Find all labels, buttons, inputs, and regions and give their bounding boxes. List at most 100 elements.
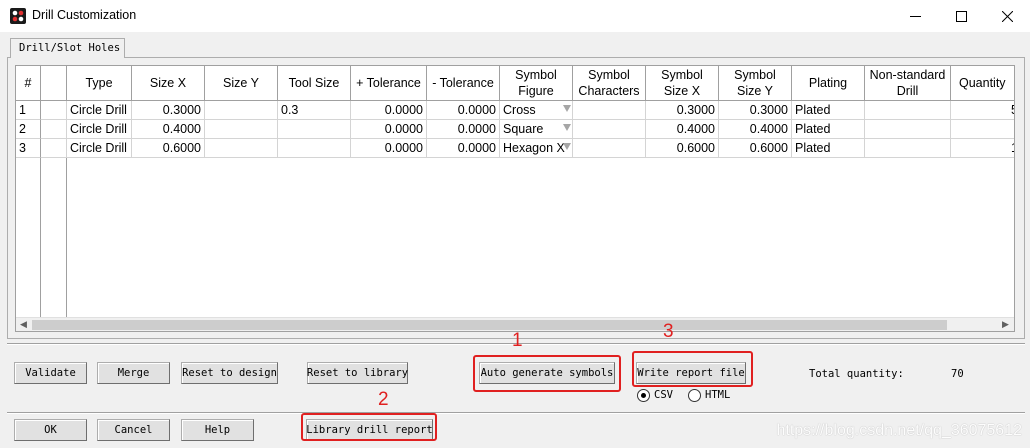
column-divider xyxy=(40,158,41,318)
header-tool-size[interactable]: Tool Size xyxy=(278,66,351,101)
header-quantity[interactable]: Quantity xyxy=(951,66,1014,101)
scroll-right-icon[interactable]: ▶ xyxy=(1002,319,1009,330)
dropdown-arrow-icon[interactable] xyxy=(563,105,571,112)
close-button[interactable] xyxy=(984,0,1030,32)
title-bar: Drill Customization xyxy=(0,0,1030,32)
horizontal-scrollbar[interactable]: ◀ ▶ xyxy=(16,317,1014,331)
cell-size-x[interactable]: 0.3000 xyxy=(132,101,205,120)
total-quantity-value: 70 xyxy=(951,368,964,380)
cell-minus-tolerance[interactable]: 0.0000 xyxy=(427,139,500,158)
csv-radio[interactable] xyxy=(637,389,650,402)
cell-plating[interactable]: Plated xyxy=(792,139,865,158)
maximize-icon xyxy=(955,10,967,22)
header-symbol-figure[interactable]: Symbol Figure xyxy=(500,66,573,101)
header-symbol-characters[interactable]: Symbol Characters xyxy=(573,66,646,101)
cell-size-x[interactable]: 0.4000 xyxy=(132,120,205,139)
column-divider xyxy=(66,158,67,318)
cell-symbol-size-x[interactable]: 0.4000 xyxy=(646,120,719,139)
cell-type[interactable]: Circle Drill xyxy=(67,139,132,158)
cell-quantity[interactable]: 1 xyxy=(951,139,1014,158)
cell-size-y[interactable] xyxy=(205,120,278,139)
reset-to-library-button[interactable]: Reset to library xyxy=(307,362,408,384)
dropdown-arrow-icon[interactable] xyxy=(563,143,571,150)
cell-type[interactable]: Circle Drill xyxy=(67,120,132,139)
help-button[interactable]: Help xyxy=(181,419,254,441)
cell-symbol-figure[interactable]: Hexagon X xyxy=(500,139,573,158)
header-plus-tolerance[interactable]: + Tolerance xyxy=(351,66,427,101)
header-plating[interactable]: Plating xyxy=(792,66,865,101)
dropdown-arrow-icon[interactable] xyxy=(563,124,571,131)
cell-plus-tolerance[interactable]: 0.0000 xyxy=(351,120,427,139)
header-minus-tolerance[interactable]: - Tolerance xyxy=(427,66,500,101)
symbol-figure-value: Cross xyxy=(503,103,536,117)
close-icon xyxy=(1001,10,1013,22)
table-cell[interactable] xyxy=(41,101,67,120)
row-number[interactable]: 3 xyxy=(16,139,41,158)
cell-quantity[interactable]: 5 xyxy=(951,101,1014,120)
table-cell[interactable] xyxy=(41,120,67,139)
header-size-y[interactable]: Size Y xyxy=(205,66,278,101)
header-symbol-size-y[interactable]: Symbol Size Y xyxy=(719,66,792,101)
cell-symbol-characters[interactable] xyxy=(573,120,646,139)
divider xyxy=(7,412,1025,414)
validate-button[interactable]: Validate xyxy=(14,362,87,384)
cell-minus-tolerance[interactable]: 0.0000 xyxy=(427,101,500,120)
window-title: Drill Customization xyxy=(32,8,137,22)
header-type[interactable]: Type xyxy=(67,66,132,101)
cell-plating[interactable]: Plated xyxy=(792,120,865,139)
cell-tool-size[interactable] xyxy=(278,139,351,158)
cell-non-standard-drill[interactable] xyxy=(865,101,951,120)
cell-non-standard-drill[interactable] xyxy=(865,120,951,139)
cancel-button[interactable]: Cancel xyxy=(97,419,170,441)
cell-symbol-figure[interactable]: Cross xyxy=(500,101,573,120)
annotation-number-1: 1 xyxy=(512,330,523,351)
annotation-number-3: 3 xyxy=(663,321,674,342)
header-blank xyxy=(41,66,67,101)
table-cell[interactable] xyxy=(41,139,67,158)
cell-plus-tolerance[interactable]: 0.0000 xyxy=(351,101,427,120)
cell-symbol-characters[interactable] xyxy=(573,101,646,120)
cell-symbol-characters[interactable] xyxy=(573,139,646,158)
cell-symbol-figure[interactable]: Square xyxy=(500,120,573,139)
cell-tool-size[interactable] xyxy=(278,120,351,139)
cell-minus-tolerance[interactable]: 0.0000 xyxy=(427,120,500,139)
scroll-left-icon[interactable]: ◀ xyxy=(20,319,27,330)
html-radio[interactable] xyxy=(688,389,701,402)
total-quantity-label: Total quantity: xyxy=(809,368,904,380)
ok-button[interactable]: OK xyxy=(14,419,87,441)
reset-to-design-button[interactable]: Reset to design xyxy=(181,362,278,384)
watermark-text: https://blog.csdn.net/qq_36075612 xyxy=(776,422,1022,439)
cell-size-y[interactable] xyxy=(205,139,278,158)
scrollbar-thumb[interactable] xyxy=(32,320,947,330)
cell-symbol-size-y[interactable]: 0.6000 xyxy=(719,139,792,158)
highlight-box-1 xyxy=(473,355,621,392)
tab-drill-slot-holes[interactable]: Drill/Slot Holes xyxy=(10,38,125,58)
cell-plus-tolerance[interactable]: 0.0000 xyxy=(351,139,427,158)
html-label: HTML xyxy=(705,389,731,401)
header-symbol-size-x[interactable]: Symbol Size X xyxy=(646,66,719,101)
header-size-x[interactable]: Size X xyxy=(132,66,205,101)
maximize-button[interactable] xyxy=(938,0,984,32)
row-number[interactable]: 2 xyxy=(16,120,41,139)
minimize-button[interactable] xyxy=(892,0,938,32)
cell-size-x[interactable]: 0.6000 xyxy=(132,139,205,158)
cell-symbol-size-y[interactable]: 0.3000 xyxy=(719,101,792,120)
drill-app-icon xyxy=(10,8,26,24)
row-number[interactable]: 1 xyxy=(16,101,41,120)
cell-quantity[interactable] xyxy=(951,120,1014,139)
cell-size-y[interactable] xyxy=(205,101,278,120)
drill-table[interactable]: # Type Size X Size Y Tool Size + Toleran… xyxy=(15,65,1015,332)
merge-button[interactable]: Merge xyxy=(97,362,170,384)
cell-non-standard-drill[interactable] xyxy=(865,139,951,158)
cell-plating[interactable]: Plated xyxy=(792,101,865,120)
header-non-standard-drill[interactable]: Non-standard Drill xyxy=(865,66,951,101)
cell-type[interactable]: Circle Drill xyxy=(67,101,132,120)
cell-symbol-size-x[interactable]: 0.6000 xyxy=(646,139,719,158)
minimize-icon xyxy=(909,15,921,17)
cell-symbol-size-y[interactable]: 0.4000 xyxy=(719,120,792,139)
highlight-box-3 xyxy=(632,351,753,387)
cell-tool-size[interactable]: 0.3 xyxy=(278,101,351,120)
cell-symbol-size-x[interactable]: 0.3000 xyxy=(646,101,719,120)
highlight-box-2 xyxy=(301,413,437,441)
annotation-number-2: 2 xyxy=(378,389,389,410)
